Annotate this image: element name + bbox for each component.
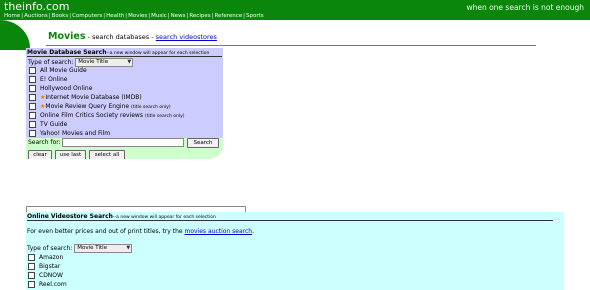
option-label: TV Guide	[40, 121, 68, 128]
search-input[interactable]	[62, 138, 184, 147]
use-last-button[interactable]: use last	[55, 150, 86, 159]
page-title: Movies	[48, 31, 86, 42]
search-button[interactable]: Search	[187, 138, 219, 148]
search-videostores-link[interactable]: search videostores	[156, 33, 217, 41]
header-curve	[0, 20, 30, 50]
chevron-down-icon: ▼	[126, 245, 131, 251]
option-label: Yahoo! Movies and Film	[40, 130, 111, 137]
checkbox[interactable]	[29, 67, 36, 74]
video-panel-divider	[27, 220, 553, 221]
option-label: Hollywood Online	[40, 85, 93, 92]
option-label: Movie Review Query Engine	[45, 103, 130, 110]
option-amazon[interactable]: Amazon	[28, 254, 63, 262]
checkbox[interactable]	[29, 121, 36, 128]
site-tagline: when one search is not enough	[466, 3, 584, 12]
option-ofcs-reviews[interactable]: Online Film Critics Society reviews (tit…	[29, 112, 185, 120]
checkbox[interactable]	[28, 254, 35, 261]
auction-tip-text: For even better prices and out of print …	[27, 228, 185, 235]
video-type-of-search-value: Movie Title	[77, 245, 108, 251]
clear-button[interactable]: clear	[28, 150, 52, 159]
movie-type-row: Type of search: Movie Title ▼	[28, 58, 134, 67]
checkbox[interactable]	[28, 281, 35, 288]
option-mrqe[interactable]: ★Movie Review Query Engine (title search…	[29, 103, 171, 111]
checkbox[interactable]	[29, 112, 36, 119]
title-divider	[46, 45, 536, 46]
option-label: Online Film Critics Society reviews	[40, 112, 143, 119]
nav-auctions[interactable]: Auctions	[24, 13, 48, 19]
videostore-panel: Online Videostore Search--a new window w…	[26, 212, 564, 290]
auction-tip: For even better prices and out of print …	[27, 228, 254, 235]
option-imdb[interactable]: ★Internet Movie Database (IMDB)	[29, 94, 142, 102]
option-e-online[interactable]: E! Online	[29, 76, 67, 84]
option-label: Amazon	[39, 254, 64, 261]
nav-computers[interactable]: Computers	[72, 13, 102, 19]
site-header: theinfo.com when one search is not enoug…	[0, 0, 590, 20]
nav-health[interactable]: Health	[106, 13, 124, 19]
search-for-label: Search for:	[28, 139, 61, 146]
checkbox[interactable]	[29, 94, 36, 101]
option-label: All Movie Guide	[40, 67, 87, 74]
video-type-of-search-select[interactable]: Movie Title ▼	[74, 244, 133, 253]
nav-music[interactable]: Music	[151, 13, 167, 19]
nav-home[interactable]: Home	[4, 13, 20, 19]
chevron-down-icon: ▼	[127, 59, 132, 65]
option-yahoo-movies[interactable]: Yahoo! Movies and Film	[29, 130, 110, 138]
site-logo[interactable]: theinfo.com	[4, 0, 69, 13]
video-panel-title: Online Videostore Search	[27, 213, 113, 220]
checkbox[interactable]	[29, 103, 36, 110]
nav-sports[interactable]: Sports	[246, 13, 264, 19]
option-note: (title search only)	[144, 114, 185, 119]
movie-panel-divider	[27, 56, 222, 57]
movie-panel-heading: Movie Database Search--a new window will…	[27, 49, 209, 56]
option-tv-guide[interactable]: TV Guide	[29, 121, 67, 129]
option-label: CDNOW	[39, 272, 63, 279]
video-panel-heading: Online Videostore Search--a new window w…	[27, 213, 216, 220]
option-reel-com[interactable]: Reel.com	[28, 281, 67, 289]
option-cdnow[interactable]: CDNOW	[28, 272, 63, 280]
auction-tip-end: .	[252, 228, 254, 235]
checkbox[interactable]	[29, 130, 36, 137]
nav-reference[interactable]: Reference	[214, 13, 242, 19]
option-note: (title search only)	[131, 105, 171, 110]
checkbox[interactable]	[28, 263, 35, 270]
main-nav: Home|Auctions|Books|Computers|Health|Mov…	[4, 13, 264, 19]
nav-movies[interactable]: Movies	[128, 13, 147, 19]
movies-auction-search-link[interactable]: movies auction search	[185, 228, 253, 235]
option-label: Bigstar	[39, 263, 61, 270]
movie-panel-title: Movie Database Search	[27, 49, 107, 56]
video-type-of-search-label: Type of search:	[27, 245, 73, 252]
option-label: E! Online	[40, 76, 68, 83]
page-subtitle: - search databases -	[85, 33, 156, 41]
select-all-button[interactable]: select all	[89, 150, 125, 159]
nav-books[interactable]: Books	[52, 13, 69, 19]
type-of-search-value: Movie Title	[78, 59, 109, 65]
movie-database-panel: Movie Database Search--a new window will…	[26, 48, 223, 159]
option-all-movie-guide[interactable]: All Movie Guide	[29, 67, 87, 75]
checkbox[interactable]	[28, 272, 35, 279]
type-of-search-select[interactable]: Movie Title ▼	[75, 58, 134, 67]
type-of-search-label: Type of search:	[28, 59, 74, 66]
option-label: Internet Movie Database (IMDB)	[45, 94, 142, 101]
checkbox[interactable]	[29, 76, 36, 83]
nav-recipes[interactable]: Recipes	[189, 13, 210, 19]
video-type-row: Type of search: Movie Title ▼	[27, 244, 133, 253]
option-hollywood-online[interactable]: Hollywood Online	[29, 85, 92, 93]
option-label: Reel.com	[39, 281, 67, 288]
option-bigstar[interactable]: Bigstar	[28, 263, 60, 271]
section-title: Movies - search databases - search video…	[48, 31, 217, 42]
nav-news[interactable]: News	[171, 13, 186, 19]
checkbox[interactable]	[29, 85, 36, 92]
